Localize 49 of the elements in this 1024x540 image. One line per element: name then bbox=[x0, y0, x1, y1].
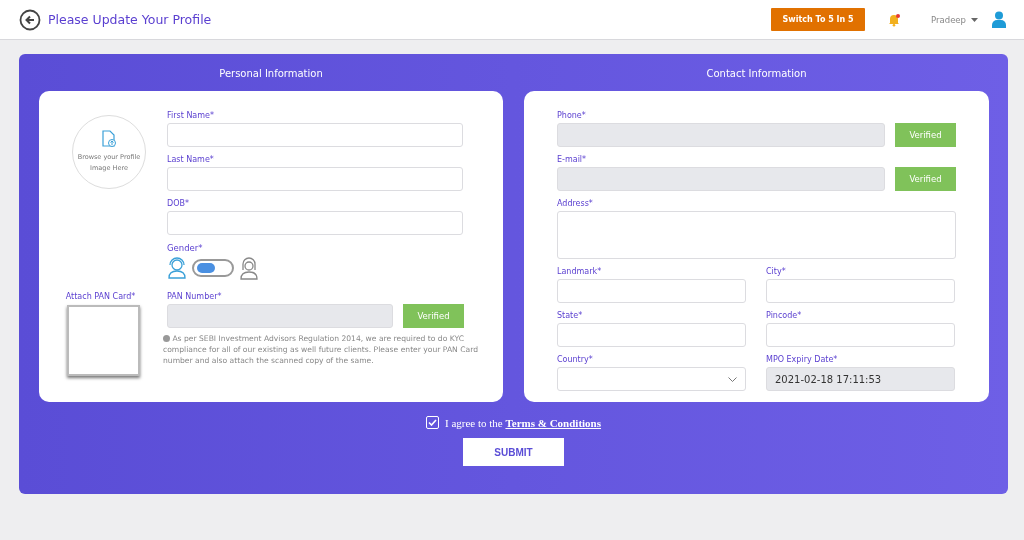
input-field[interactable] bbox=[766, 279, 955, 303]
female-avatar-icon[interactable] bbox=[239, 256, 259, 280]
input-field[interactable] bbox=[167, 167, 463, 191]
user-menu[interactable]: Pradeep bbox=[931, 14, 978, 25]
switch-button[interactable]: Switch To 5 In 5 bbox=[771, 8, 866, 31]
user-icon[interactable] bbox=[992, 11, 1006, 28]
field-label: Attach PAN Card* bbox=[65, 292, 136, 301]
submit-button[interactable]: SUBMIT bbox=[463, 438, 564, 466]
field-label: Pincode* bbox=[766, 311, 803, 320]
info-icon bbox=[163, 334, 170, 342]
input-field[interactable] bbox=[167, 211, 463, 235]
chevron-icon bbox=[728, 376, 737, 382]
field-label: E-mail* bbox=[557, 155, 588, 164]
caret-icon bbox=[971, 17, 978, 22]
field-label: State* bbox=[557, 311, 584, 320]
input-field[interactable] bbox=[167, 123, 463, 147]
dropdown-field[interactable] bbox=[557, 367, 746, 391]
pan-card-upload[interactable] bbox=[67, 305, 140, 376]
section-heading: Contact Information bbox=[705, 68, 808, 79]
gender-toggle[interactable] bbox=[192, 259, 234, 277]
field-value: 2021-02-18 17:11:53 bbox=[775, 373, 882, 385]
field-label: City* bbox=[766, 267, 787, 276]
field-label: Landmark* bbox=[557, 267, 603, 276]
field-label: Country* bbox=[557, 355, 594, 364]
bell-icon[interactable] bbox=[887, 12, 902, 27]
check-icon bbox=[428, 419, 437, 426]
verified-badge: Verified bbox=[895, 123, 956, 147]
textarea-field[interactable] bbox=[557, 211, 956, 259]
male-avatar-icon[interactable] bbox=[167, 257, 187, 279]
verified-badge: Verified bbox=[895, 167, 956, 191]
field-label: PAN Number* bbox=[167, 292, 223, 301]
agree-checkbox[interactable] bbox=[426, 416, 439, 429]
back-icon[interactable] bbox=[19, 8, 41, 31]
input-field[interactable] bbox=[557, 323, 746, 347]
section-heading: Personal Information bbox=[218, 68, 324, 79]
field-label: DOB* bbox=[167, 199, 190, 208]
field-label: Last Name* bbox=[167, 155, 215, 164]
verified-badge: Verified bbox=[403, 304, 464, 328]
field-label: MPO Expiry Date* bbox=[766, 355, 839, 364]
input-field[interactable] bbox=[766, 323, 955, 347]
field-label: Phone* bbox=[557, 111, 587, 120]
field-label: Address* bbox=[557, 199, 594, 208]
terms-link[interactable]: Terms & Conditions bbox=[505, 416, 601, 429]
agree-text: I agree to the Terms & Conditions bbox=[445, 416, 601, 429]
field-label: Gender* bbox=[167, 243, 204, 253]
upload-file-icon bbox=[101, 130, 117, 148]
input-field[interactable] bbox=[557, 279, 746, 303]
page-title: Please Update Your Profile bbox=[48, 12, 213, 27]
field-label: First Name* bbox=[167, 111, 215, 120]
